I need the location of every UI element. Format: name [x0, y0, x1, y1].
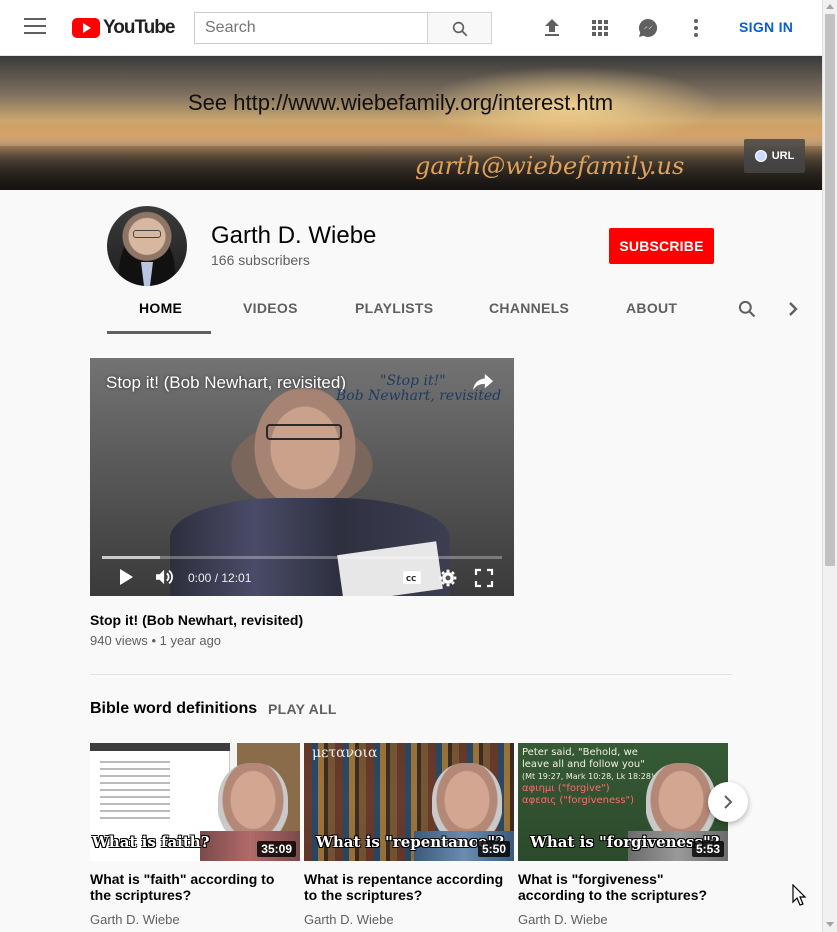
shelf-title[interactable]: Bible word definitions — [90, 700, 257, 718]
mouse-cursor-icon — [792, 884, 806, 906]
video-thumbnail[interactable]: μετανοια What is "repentance"? 5:50 — [304, 743, 514, 861]
video-title[interactable]: What is repentance according to the scri… — [304, 871, 509, 903]
chevron-right-icon[interactable] — [786, 300, 800, 318]
menu-icon[interactable] — [24, 18, 46, 36]
search-button[interactable] — [427, 12, 492, 44]
featured-video-title[interactable]: Stop it! (Bob Newhart, revisited) — [90, 612, 303, 628]
subscriber-count: 166 subscribers — [211, 252, 310, 268]
home-content: Stop it! (Bob Newhart, revisited) "Stop … — [0, 334, 822, 932]
thumb-greek-text: μετανοια — [312, 745, 378, 761]
channel-search-icon[interactable] — [737, 299, 757, 319]
board-line: leave all and follow you" — [522, 759, 645, 770]
play-all-button[interactable]: PLAY ALL — [268, 701, 337, 717]
thumb-chalkboard-text: Peter said, "Behold, we leave all and fo… — [522, 747, 654, 807]
subscribe-button[interactable]: SUBSCRIBE — [609, 228, 714, 264]
banner-url-link[interactable]: URL — [744, 139, 805, 173]
board-line: (Mt 19:27, Mark 10:28, Lk 18:28) — [522, 772, 655, 781]
avatar-shirt — [141, 262, 153, 286]
video-duration: 35:09 — [257, 841, 296, 857]
sign-in-button[interactable]: SIGN IN — [739, 19, 793, 35]
video-title[interactable]: What is "faith" according to the scriptu… — [90, 871, 295, 903]
thumb-caption: What is "repentance"? — [316, 833, 505, 851]
scroll-thumb[interactable] — [825, 14, 835, 566]
progress-bar[interactable] — [102, 556, 502, 559]
chevron-right-icon — [724, 795, 733, 809]
captions-icon[interactable]: CC — [402, 568, 422, 586]
search-input[interactable] — [194, 12, 428, 44]
youtube-play-icon — [72, 18, 100, 38]
banner-treeline — [0, 146, 822, 190]
section-divider — [90, 674, 732, 675]
youtube-channel-page: YouTube SIGN IN See http://www.wiebefami… — [0, 0, 837, 932]
board-line: αφιημι ("forgive") — [522, 783, 610, 794]
channel-name: Garth D. Wiebe — [211, 222, 377, 249]
page-scrollbar[interactable] — [822, 0, 837, 932]
svg-text:CC: CC — [406, 575, 416, 583]
avatar-glasses — [133, 230, 161, 238]
video-channel-name[interactable]: Garth D. Wiebe — [90, 912, 180, 927]
channel-header: Garth D. Wiebe 166 subscribers SUBSCRIBE… — [0, 190, 822, 334]
play-icon[interactable] — [118, 568, 134, 586]
tab-playlists[interactable]: PLAYLISTS — [355, 300, 433, 316]
messages-icon[interactable] — [636, 16, 660, 40]
thumb-caption: What is faith? — [92, 833, 210, 851]
video-title[interactable]: What is "forgiveness" according to the s… — [518, 871, 723, 903]
player-person-glasses — [266, 424, 342, 440]
shelf-next-button[interactable] — [708, 782, 748, 822]
video-thumbnail[interactable]: What is faith? 35:09 — [90, 743, 300, 861]
video-channel-name[interactable]: Garth D. Wiebe — [518, 912, 608, 927]
video-duration: 5:50 — [477, 841, 510, 857]
share-icon[interactable] — [472, 372, 494, 392]
player-title[interactable]: Stop it! (Bob Newhart, revisited) — [106, 373, 346, 393]
scroll-up-arrow[interactable] — [826, 4, 834, 9]
tab-channels[interactable]: CHANNELS — [489, 300, 569, 316]
channel-avatar[interactable] — [107, 206, 187, 286]
featured-video-player[interactable]: Stop it! (Bob Newhart, revisited) "Stop … — [90, 358, 514, 596]
banner-email-text: garth@wiebefamily.us — [415, 152, 685, 180]
featured-views: 940 views — [90, 633, 148, 648]
meta-separator: • — [151, 633, 160, 648]
globe-icon — [754, 150, 767, 162]
scroll-down-arrow[interactable] — [826, 922, 834, 927]
upload-icon[interactable] — [540, 16, 564, 40]
progress-bar-buffered — [102, 556, 160, 559]
volume-icon[interactable] — [154, 568, 176, 586]
logo-text: YouTube — [103, 17, 175, 38]
top-bar: YouTube SIGN IN — [0, 0, 822, 56]
video-thumbnail[interactable]: Peter said, "Behold, we leave all and fo… — [518, 743, 728, 861]
board-line: αφεσις ("forgiveness") — [522, 795, 635, 806]
tab-home[interactable]: HOME — [139, 300, 182, 316]
banner-website-text: See http://www.wiebefamily.org/interest.… — [188, 90, 614, 115]
banner-url-label: URL — [771, 150, 795, 162]
channel-banner: See http://www.wiebefamily.org/interest.… — [0, 56, 822, 190]
video-channel-name[interactable]: Garth D. Wiebe — [304, 912, 394, 927]
tab-about[interactable]: ABOUT — [626, 300, 677, 316]
settings-gear-icon[interactable] — [438, 568, 458, 588]
board-line: Peter said, "Behold, we — [522, 747, 638, 758]
featured-age: 1 year ago — [159, 633, 222, 648]
player-time: 0:00 / 12:01 — [188, 571, 252, 585]
apps-icon[interactable] — [588, 16, 612, 40]
fullscreen-icon[interactable] — [474, 568, 494, 588]
tab-videos[interactable]: VIDEOS — [243, 300, 298, 316]
search-icon — [452, 21, 468, 37]
youtube-logo[interactable]: YouTube — [72, 17, 175, 39]
featured-video-meta: 940 views • 1 year ago — [90, 633, 221, 648]
more-vert-icon[interactable] — [684, 16, 708, 40]
video-duration: 5:53 — [691, 841, 724, 857]
